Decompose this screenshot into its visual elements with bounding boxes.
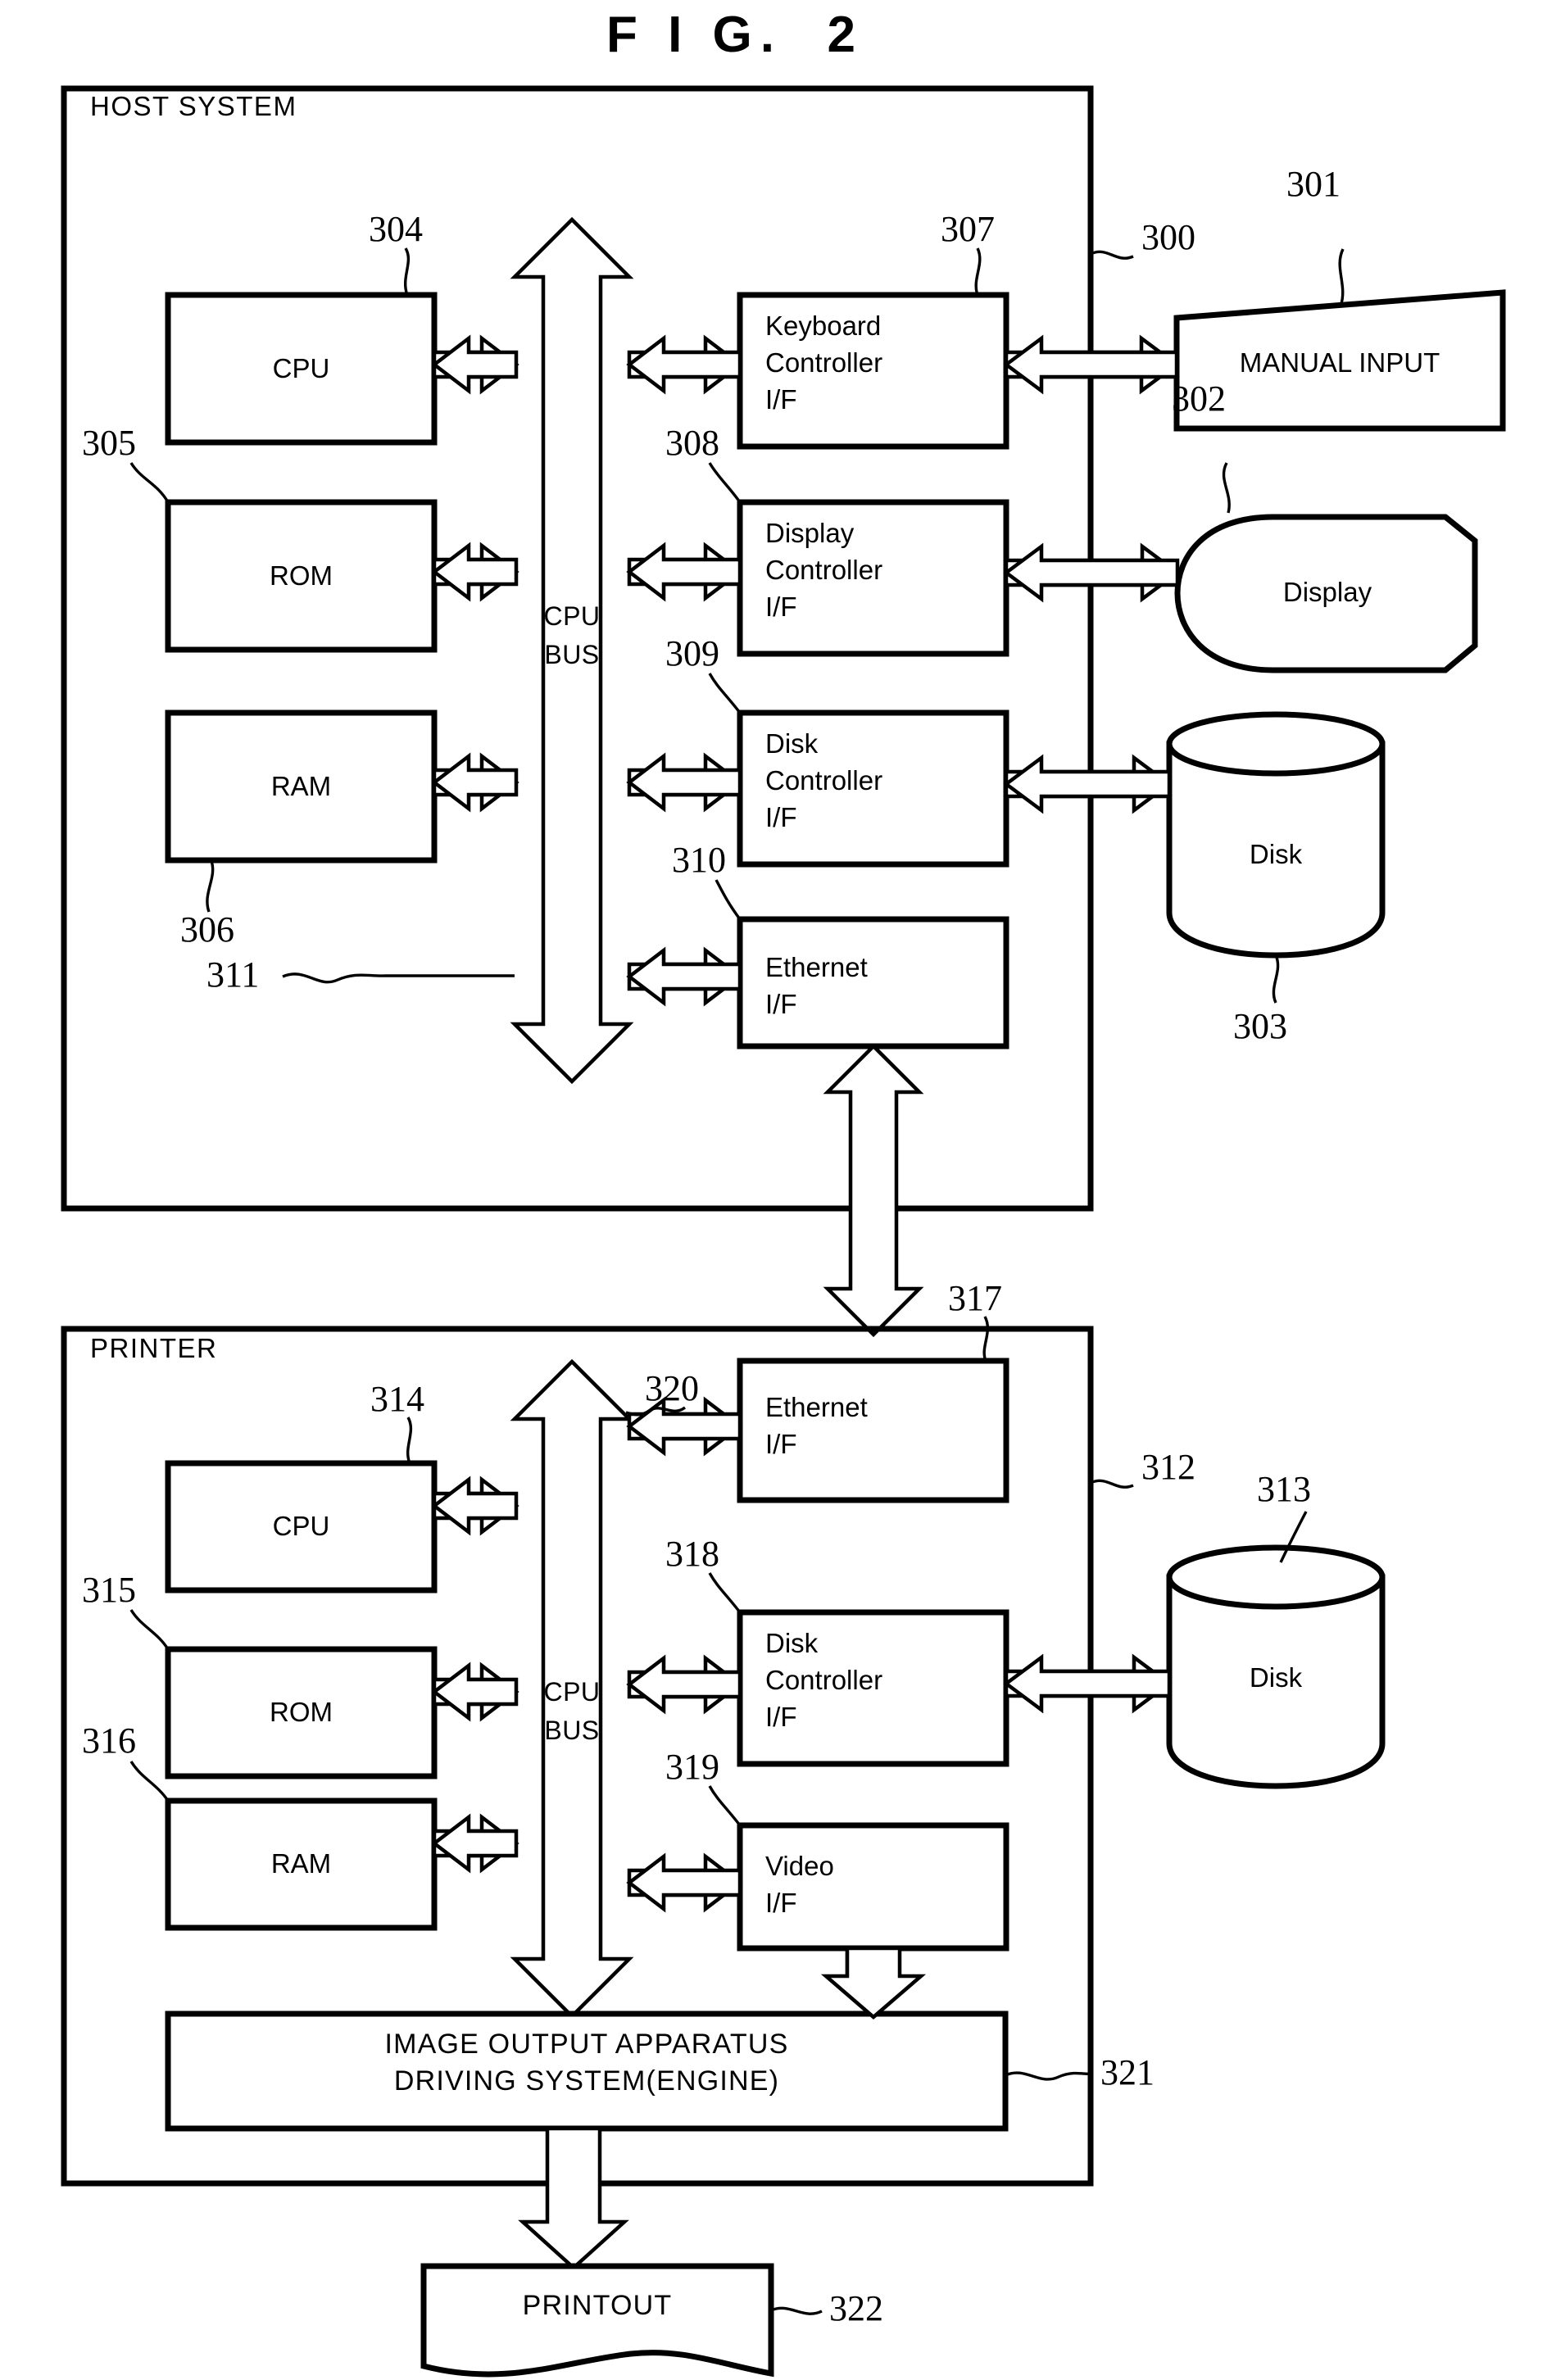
ref-317: 317 [948,1278,1002,1318]
printer-bus-arrows-rom [431,1661,519,1722]
host-ram-label: RAM [270,771,332,801]
host-keyboard-controller-label-line3: I/F [765,384,797,415]
printer-disk-controller-label-line3: I/F [765,1702,797,1732]
printer-disk-cylinder-top [1166,1544,1386,1610]
printer-ethernet-if-label-line2: I/F [765,1429,797,1459]
ref-311: 311 [206,954,260,995]
printer-title: PRINTER [90,1333,218,1363]
printer-cpu-bus-label-line2: BUS [544,1716,600,1745]
host-disk-controller-label-line3: I/F [765,802,797,832]
printer-bus-arrows-disk-controller [626,1654,743,1715]
ref-318: 318 [665,1534,719,1574]
image-output-apparatus-label-line1: IMAGE OUTPUT APPARATUS [384,2029,789,2060]
ref-306: 306 [180,909,234,950]
figure-title: F I G. 2 [606,7,864,63]
manual-input-label: MANUAL INPUT [1239,347,1440,378]
ref-315: 315 [82,1570,136,1610]
ref-310: 310 [672,840,726,880]
ethernet-link-arrow [823,1043,924,1338]
host-bus-arrows-display [626,542,743,602]
host-ethernet-if-label-line2: I/F [765,989,797,1019]
ref-322: 322 [829,2288,883,2328]
printer-ram-label: RAM [270,1848,332,1879]
host-rom-label: ROM [270,560,333,591]
printer-cpu-bus-label-line1: CPU [543,1677,601,1707]
patent-figure-2: .bx { fill:#fff; stroke:#000; stroke-wid… [0,0,1547,2380]
host-system-title: HOST SYSTEM [90,91,297,121]
printer-bus-arrows-ram [431,1813,519,1874]
ref-303: 303 [1233,1006,1287,1046]
host-display-controller-label-line3: I/F [765,592,797,622]
image-output-apparatus-label-line2: DRIVING SYSTEM(ENGINE) [393,2065,780,2097]
printer-bus-arrows-cpu [431,1476,519,1536]
host-disk-controller-label-line1: Disk [765,728,819,759]
printer-video-if-box [737,1822,1009,1952]
ref-313: 313 [1257,1469,1311,1509]
ref-308: 308 [665,423,719,463]
host-bus-arrows-left [431,334,519,395]
display-label: Display [1282,577,1372,607]
host-disk-controller-label-line2: Controller [765,765,883,796]
printer-disk-controller-label-line2: Controller [765,1665,883,1695]
ref-305: 305 [82,423,136,463]
printer-bus-arrows-video [626,1852,743,1913]
host-cpu-bus-label-line1: CPU [543,601,601,631]
ref-301: 301 [1286,164,1341,204]
ref-314: 314 [370,1379,424,1419]
ref-307: 307 [941,209,995,249]
host-bus-arrows-ram [431,752,519,813]
host-bus-arrows-rom [431,542,519,602]
printer-disk-controller-label-line1: Disk [765,1628,819,1658]
printer-rom-label: ROM [270,1697,333,1727]
host-keyboard-controller-label-line1: Keyboard [765,311,882,341]
ref-320: 320 [645,1368,699,1408]
engine-to-printout-arrow [518,2126,629,2271]
printout-label: PRINTOUT [522,2290,673,2321]
host-disk-cylinder-top [1166,711,1386,777]
ref-304: 304 [369,209,423,249]
ref-312: 312 [1141,1447,1195,1487]
printer-video-if-label-line1: Video [765,1851,834,1881]
host-bus-arrows-keyboard [626,334,743,395]
ref-302: 302 [1172,379,1226,419]
video-to-engine-arrow-shaft [820,1946,927,2020]
host-display-controller-label-line1: Display [765,518,855,548]
printer-disk-label: Disk [1249,1662,1303,1693]
host-disk-label: Disk [1249,839,1303,869]
ref-319: 319 [665,1747,719,1787]
host-cpu-label: CPU [272,353,330,383]
host-display-controller-label-line2: Controller [765,555,883,585]
ref-309: 309 [665,633,719,673]
host-bus-arrows-disk [626,752,743,813]
ref-300: 300 [1141,217,1195,257]
host-ethernet-if-label-line1: Ethernet [765,952,868,982]
host-bus-arrows-ethernet [626,946,743,1007]
ref-321: 321 [1100,2052,1155,2092]
host-cpu-bus-label-line2: BUS [544,640,600,669]
printer-video-if-label-line2: I/F [765,1888,797,1918]
printer-ethernet-if-label-line1: Ethernet [765,1392,868,1422]
printer-cpu-label: CPU [272,1511,330,1541]
ref-316: 316 [82,1720,136,1761]
host-keyboard-controller-label-line2: Controller [765,347,883,378]
